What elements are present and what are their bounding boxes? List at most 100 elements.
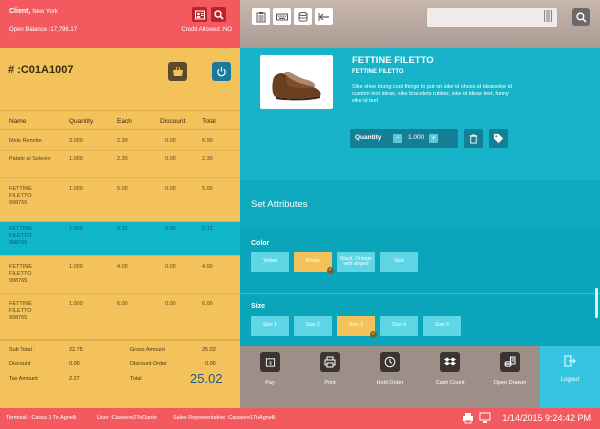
client-name: Client, New York (9, 8, 58, 15)
terminal-info: Terminal : Cassa 1 To Agnelli (6, 415, 77, 421)
table-row-selected[interactable]: FETTINE FILETTO 998765 1.000 0.12 0.00 0… (0, 222, 240, 256)
table-row[interactable]: Patate al Selenio 1.000 2.30 0.00 2.30 (0, 151, 240, 178)
product-name: FETTINE FILETTO (352, 55, 434, 66)
print-button[interactable]: Print (300, 352, 360, 386)
cell-name: Patate al Selenio (9, 156, 51, 162)
client-search-button[interactable] (211, 7, 226, 22)
product-search-button[interactable] (572, 8, 590, 26)
col-each: Each (117, 118, 132, 125)
cell-name: FETTINE FILETTO 998765 (9, 226, 32, 246)
gross-amount-value: 25.02 (202, 347, 216, 353)
color-option[interactable]: Red (380, 252, 418, 272)
check-icon: ✓ (327, 267, 334, 274)
sales-rep-info: Sales Representative :Cassiere1ToAgnelli (173, 415, 276, 421)
cell-name: FETTINE FILETTO 998765 (9, 186, 32, 206)
top-toolbar (240, 0, 600, 48)
user-card-icon (194, 10, 205, 19)
printer-icon (320, 352, 340, 372)
cell-total: 0.12 (202, 226, 213, 232)
cash-count-button[interactable]: Cash Count (420, 352, 480, 386)
barcode-icon (544, 10, 552, 22)
discount-order-label: Discount Order (130, 361, 167, 367)
clipboard-button[interactable] (252, 8, 270, 25)
decrease-button[interactable]: − (393, 134, 402, 143)
hold-order-button[interactable]: Hold Order (360, 352, 420, 386)
printer-status-icon (462, 412, 474, 424)
cell-each: 5.00 (117, 186, 128, 192)
gross-amount-label: Gross Amount (130, 347, 165, 353)
size-option-selected[interactable]: Size 3 ✓ (337, 316, 377, 338)
delete-button[interactable] (464, 129, 483, 148)
cell-qty: 1.000 (69, 226, 83, 232)
size-option[interactable]: Size 2 (294, 316, 332, 336)
logout-icon (540, 355, 600, 369)
cell-total: 5.00 (202, 186, 213, 192)
back-button[interactable] (315, 8, 333, 25)
cell-qty: 1.000 (69, 156, 83, 162)
cell-qty: 3.000 (69, 138, 83, 144)
cell-discount: 0.00 (165, 186, 176, 192)
database-button[interactable] (294, 8, 312, 25)
svg-text:$: $ (269, 360, 272, 365)
cell-discount: 0.00 (165, 301, 176, 307)
user-info: User :Cassiere2ToDante (97, 415, 157, 421)
keyboard-button[interactable] (273, 8, 291, 25)
size-option[interactable]: Size 5 (423, 316, 461, 336)
product-search-input[interactable] (427, 8, 557, 27)
color-option-selected[interactable]: Brown ✓ (294, 252, 334, 274)
quantity-label: Quantity (355, 134, 382, 141)
order-table-header: Name Quantity Each Discount Total (0, 110, 240, 130)
logout-button[interactable]: Logout (540, 346, 600, 408)
size-label: Size (251, 303, 266, 310)
cell-each: 6.00 (117, 301, 128, 307)
cell-qty: 1.000 (69, 186, 83, 192)
tag-icon (493, 133, 504, 144)
sub-total-label: Sub Total : (9, 347, 35, 353)
power-button[interactable] (212, 62, 231, 81)
cell-total: 4.00 (202, 264, 213, 270)
order-number: # :C01A1007 (8, 64, 74, 76)
network-status-icon (479, 412, 491, 424)
col-discount: Discount (160, 118, 186, 125)
table-row[interactable]: FETTINE FILETTO 998765 1.000 6.00 0.00 6… (0, 294, 240, 340)
cell-discount: 0.00 (165, 264, 176, 270)
attributes-title: Set Attributes (251, 199, 308, 210)
cell-name: Mele Renette (9, 138, 42, 144)
cell-each: 2.30 (117, 138, 128, 144)
client-header: Client, New York Open Balance :17,796.17… (0, 0, 240, 48)
cell-name: FETTINE FILETTO 998765 (9, 264, 32, 284)
grand-total: 25.02 (190, 371, 223, 386)
color-option[interactable]: Yellow (251, 252, 289, 272)
basket-button[interactable] (168, 62, 187, 81)
coins-icon (500, 352, 520, 372)
cell-total: 6.90 (202, 138, 213, 144)
table-row[interactable]: Mele Renette 3.000 2.30 0.00 6.90 (0, 130, 240, 151)
open-drawer-button[interactable]: Open Drawer (480, 352, 540, 386)
database-icon (298, 11, 308, 22)
totals-panel: Sub Total : 22.75 Gross Amount 25.02 Dis… (0, 340, 240, 408)
status-bar: Terminal : Cassa 1 To Agnelli User :Cass… (0, 408, 600, 429)
attributes-header: Set Attributes (240, 180, 600, 228)
basket-icon (172, 66, 183, 76)
cell-qty: 1.000 (69, 264, 83, 270)
pay-button[interactable]: $ Pay (240, 352, 300, 386)
table-row[interactable]: FETTINE FILETTO 998765 1.000 4.00 0.00 4… (0, 256, 240, 294)
table-row[interactable]: FETTINE FILETTO 998765 1.000 5.00 0.00 5… (0, 178, 240, 222)
increase-button[interactable]: + (429, 134, 438, 143)
scrollbar[interactable] (595, 288, 598, 318)
size-option[interactable]: Size 4 (380, 316, 418, 336)
size-option[interactable]: Size 1 (251, 316, 289, 336)
trash-icon (469, 134, 478, 144)
search-icon (213, 9, 224, 20)
price-tag-button[interactable] (489, 129, 508, 148)
arrow-left-icon (318, 12, 329, 21)
tax-amount-label: Tax Amount (9, 376, 38, 382)
check-icon: ✓ (370, 331, 377, 338)
color-label: Color (251, 240, 270, 247)
customer-button[interactable] (192, 7, 207, 22)
power-icon (217, 66, 226, 77)
product-panel: FETTINE FILETTO FETTINE FILETTO Sike sho… (240, 48, 600, 180)
dropbox-icon (440, 352, 460, 372)
quantity-value: 1.000 (408, 134, 425, 141)
color-option[interactable]: Black, Orange with stripes (337, 252, 375, 272)
